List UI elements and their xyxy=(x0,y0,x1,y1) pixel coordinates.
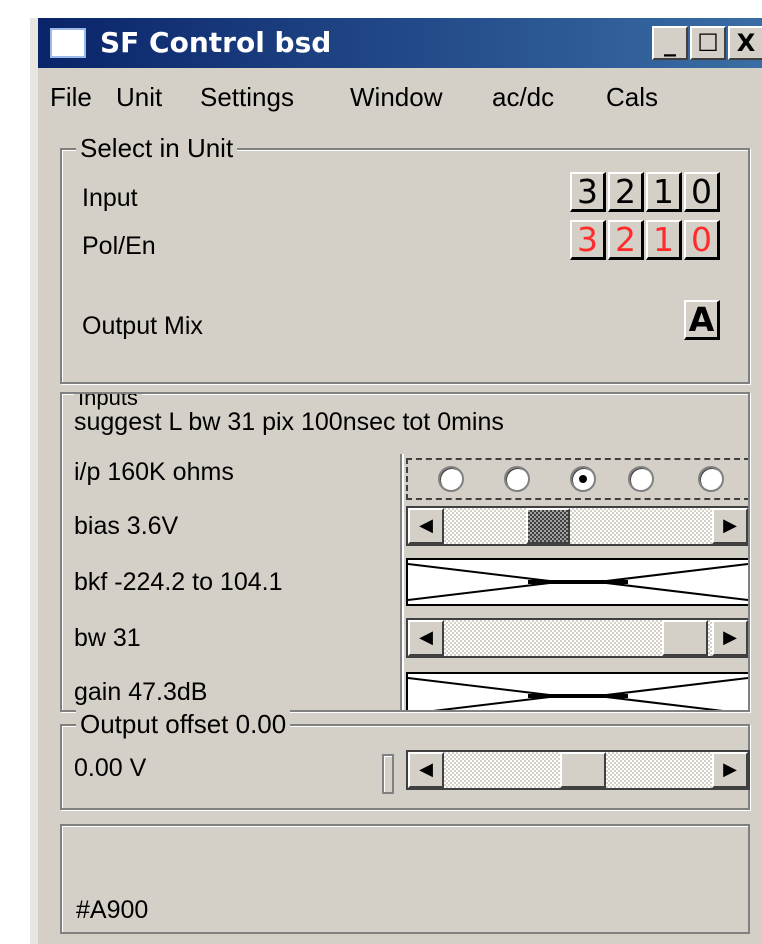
close-button[interactable]: X xyxy=(728,26,762,60)
menu-cals[interactable]: Cals xyxy=(606,82,658,113)
gain-waveform-graphic xyxy=(408,677,748,710)
bias-label: bias 3.6V xyxy=(74,512,179,540)
impedance-radio-2[interactable] xyxy=(504,466,530,492)
input-digit-2[interactable]: 2 xyxy=(608,172,644,212)
menu-unit[interactable]: Unit xyxy=(116,82,162,113)
input-digit-1[interactable]: 1 xyxy=(646,172,682,212)
output-scroll-right-icon[interactable]: ▶ xyxy=(712,752,748,788)
title-bar[interactable]: SF Control bsd _ ☐ X xyxy=(38,18,762,68)
select-unit-legend: Select in Unit xyxy=(76,134,238,162)
select-unit-group: Select in Unit Input 3 2 1 0 Pol/En 3 2 … xyxy=(60,134,750,384)
impedance-radio-1[interactable] xyxy=(438,466,464,492)
pol-digit-2[interactable]: 2 xyxy=(608,220,644,260)
suggest-text: suggest L bw 31 pix 100nsec tot 0mins xyxy=(74,408,504,436)
bkf-waveform-graphic xyxy=(408,563,748,601)
output-mix-label: Output Mix xyxy=(82,312,203,340)
impedance-radio-group xyxy=(406,458,748,500)
bias-scroll-thumb[interactable] xyxy=(526,508,570,544)
maximize-button[interactable]: ☐ xyxy=(690,26,726,60)
bw-label: bw 31 xyxy=(74,624,141,652)
gain-graph xyxy=(406,672,748,710)
output-scrollbar[interactable]: ◀ ▶ xyxy=(406,750,750,790)
window-title: SF Control bsd xyxy=(100,26,332,59)
impedance-label: i/p 160K ohms xyxy=(74,458,234,486)
pol-en-label: Pol/En xyxy=(82,232,156,260)
output-offset-group: Output offset 0.00 0.00 V ◀ ▶ xyxy=(60,710,750,810)
menu-acdc[interactable]: ac/dc xyxy=(492,82,554,113)
input-label: Input xyxy=(82,184,138,212)
menu-window[interactable]: Window xyxy=(350,82,442,113)
menu-settings[interactable]: Settings xyxy=(200,82,294,113)
output-scroll-left-icon[interactable]: ◀ xyxy=(408,752,444,788)
bias-scrollbar[interactable]: ◀ ▶ xyxy=(406,506,748,546)
bkf-graph xyxy=(406,558,748,606)
bkf-label: bkf -224.2 to 104.1 xyxy=(74,568,283,596)
bias-scroll-left-icon[interactable]: ◀ xyxy=(408,508,444,544)
output-mix-button[interactable]: A xyxy=(684,300,720,340)
bw-scroll-thumb[interactable] xyxy=(662,620,708,656)
output-scroll-thumb[interactable] xyxy=(560,752,606,788)
divider xyxy=(400,454,404,710)
bw-scrollbar[interactable]: ◀ ▶ xyxy=(406,618,748,658)
minimize-button[interactable]: _ xyxy=(652,26,688,60)
radio-selected-dot xyxy=(579,475,587,483)
pol-digit-0[interactable]: 0 xyxy=(684,220,720,260)
output-offset-legend: Output offset 0.00 xyxy=(76,710,291,738)
output-value-label: 0.00 V xyxy=(74,754,147,782)
bias-scroll-right-icon[interactable]: ▶ xyxy=(712,508,748,544)
impedance-radio-4[interactable] xyxy=(628,466,654,492)
inputs-group: Inputs suggest L bw 31 pix 100nsec tot 0… xyxy=(60,392,750,712)
status-panel: #A900 xyxy=(60,824,750,934)
pol-digit-3[interactable]: 3 xyxy=(570,220,606,260)
menu-file[interactable]: File xyxy=(50,82,92,113)
pol-digit-1[interactable]: 1 xyxy=(646,220,682,260)
input-digit-0[interactable]: 0 xyxy=(684,172,720,212)
app-window: SF Control bsd _ ☐ X File Unit Settings … xyxy=(30,18,762,944)
status-text: #A900 xyxy=(76,896,149,924)
bw-scroll-right-icon[interactable]: ▶ xyxy=(712,620,748,656)
app-icon xyxy=(50,28,86,58)
bw-scroll-left-icon[interactable]: ◀ xyxy=(408,620,444,656)
input-digit-3[interactable]: 3 xyxy=(570,172,606,212)
menu-bar: File Unit Settings Window ac/dc Cals xyxy=(38,76,762,120)
impedance-radio-3[interactable] xyxy=(570,466,596,492)
impedance-radio-5[interactable] xyxy=(698,466,724,492)
gain-label: gain 47.3dB xyxy=(74,678,208,706)
output-indicator xyxy=(382,754,394,794)
